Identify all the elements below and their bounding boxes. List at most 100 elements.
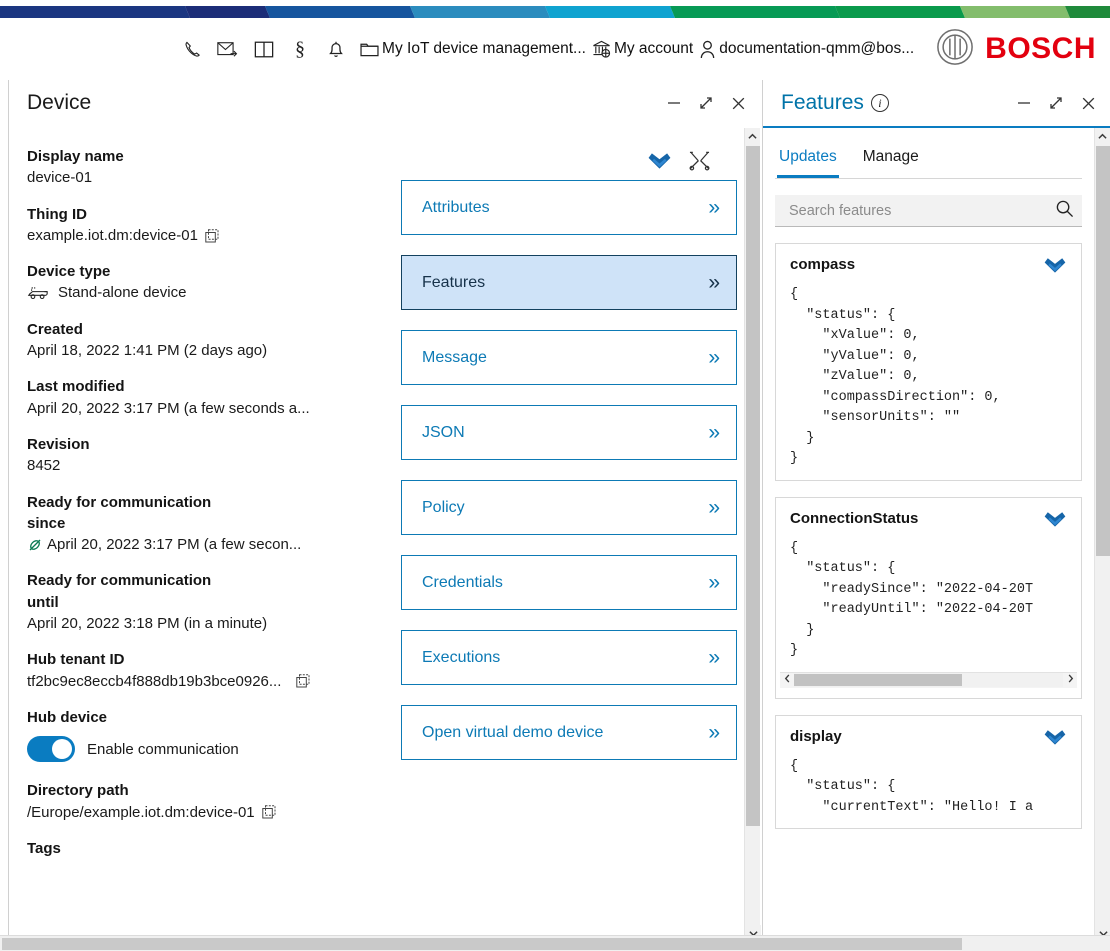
tab-updates[interactable]: Updates (777, 138, 839, 178)
search-input[interactable] (787, 201, 1055, 220)
favorite-icon[interactable] (1043, 728, 1067, 751)
feature-name: ConnectionStatus (790, 509, 919, 527)
feature-card-connectionstatus[interactable]: ConnectionStatus { "status": { "readySin… (775, 496, 1082, 699)
my-account-label: My account (613, 40, 694, 57)
field-value: device-01 (27, 169, 93, 187)
search-icon[interactable] (1055, 199, 1074, 223)
scroll-left-button[interactable] (780, 674, 794, 686)
scroll-thumb[interactable] (1096, 146, 1110, 556)
field-value: tf2bc9ec8eccb4f888db19b3bce0926... (27, 672, 282, 690)
device-scroll-region: Display name device-01 Thing ID example.… (9, 128, 744, 942)
book-icon[interactable] (246, 29, 282, 69)
nav-card-label: Attributes (422, 198, 490, 216)
field-value: April 20, 2022 3:17 PM (a few seconds a.… (27, 399, 310, 417)
plug-icon (27, 537, 43, 553)
feature-horizontal-scrollbar[interactable] (780, 671, 1077, 688)
my-iot-device-management-link[interactable]: My IoT device management... (360, 40, 586, 58)
field-ready-until: Ready for communication until April 20, … (27, 570, 377, 634)
enable-communication-toggle[interactable] (27, 736, 75, 763)
features-scroll-region: Updates Manage com (763, 128, 1094, 942)
nav-card-label: Message (422, 348, 487, 366)
features-window-controls (1014, 93, 1098, 113)
field-label: Revision (27, 435, 90, 453)
scroll-right-button[interactable] (1063, 674, 1077, 686)
nav-card-policy[interactable]: Policy » (401, 480, 737, 535)
nav-card-executions[interactable]: Executions » (401, 630, 737, 685)
enable-communication-row: Enable communication (27, 736, 377, 763)
copy-icon[interactable] (205, 228, 219, 243)
chevron-right-icon: » (708, 271, 720, 294)
field-label: Thing ID (27, 205, 87, 223)
field-value: example.iot.dm:device-01 (27, 226, 198, 244)
features-panel-body: Updates Manage com (763, 128, 1110, 942)
copy-icon[interactable] (261, 805, 276, 819)
favorite-icon[interactable] (1043, 256, 1067, 279)
person-icon (699, 40, 716, 59)
bosch-logo[interactable]: BOSCH (936, 28, 1096, 71)
field-thing-id: Thing ID example.iot.dm:device-01 (27, 204, 377, 247)
phone-icon[interactable] (174, 29, 210, 69)
bell-icon[interactable] (318, 29, 354, 69)
nav-card-json[interactable]: JSON » (401, 405, 737, 460)
search-features-box[interactable] (775, 195, 1082, 227)
field-ready-since: Ready for communication since April 20, … (27, 492, 377, 556)
features-panel-title: Features (781, 91, 864, 114)
features-tabs: Updates Manage (775, 138, 1082, 179)
scroll-up-button[interactable] (1095, 128, 1110, 145)
nav-card-features[interactable]: Features » (401, 255, 737, 310)
favorite-icon[interactable] (1043, 510, 1067, 533)
features-vertical-scrollbar[interactable] (1094, 128, 1110, 942)
user-email-label: documentation-qmm@bos... (719, 40, 915, 57)
device-panel-header: Device (9, 80, 760, 128)
chevron-right-icon: » (708, 196, 720, 219)
nav-card-open-virtual-demo-device[interactable]: Open virtual demo device » (401, 705, 737, 760)
nav-card-credentials[interactable]: Credentials » (401, 555, 737, 610)
favorite-icon[interactable] (647, 151, 672, 175)
feature-name: display (790, 727, 842, 745)
section-icon[interactable]: § (282, 29, 318, 69)
field-label: Created (27, 320, 83, 338)
field-last-modified: Last modified April 20, 2022 3:17 PM (a … (27, 376, 377, 419)
workspace: Device Display name device-01 Thing ID e… (0, 80, 1110, 951)
nav-card-attributes[interactable]: Attributes » (401, 180, 737, 235)
field-value: 8452 (27, 457, 61, 475)
feature-json: { "status": { "currentText": "Hello! I a (790, 758, 1034, 815)
user-email-link[interactable]: documentation-qmm@bos... (699, 40, 914, 59)
field-value: April 20, 2022 3:17 PM (a few secon... (47, 536, 302, 554)
field-value: April 20, 2022 3:18 PM (in a minute) (27, 615, 268, 633)
close-button[interactable] (1078, 93, 1098, 113)
field-revision: Revision 8452 (27, 434, 377, 477)
scroll-track[interactable] (794, 673, 1063, 688)
field-hub-tenant-id: Hub tenant ID tf2bc9ec8eccb4f888db19b3bc… (27, 649, 377, 692)
bank-icon (592, 40, 611, 58)
nav-card-label: Policy (422, 498, 465, 516)
device-icon (27, 285, 49, 301)
scroll-thumb[interactable] (746, 146, 760, 826)
field-label: Ready for communication since (27, 493, 212, 532)
my-account-link[interactable]: My account (592, 40, 693, 58)
nav-card-message[interactable]: Message » (401, 330, 737, 385)
minimize-button[interactable] (1014, 93, 1034, 113)
scroll-thumb[interactable] (2, 938, 962, 950)
feature-card-display[interactable]: display { "status": { "currentText": "He… (775, 714, 1082, 830)
info-icon[interactable]: i (870, 94, 889, 112)
expand-button[interactable] (696, 93, 716, 113)
field-hub-device: Hub device (27, 707, 377, 728)
nav-card-label: Credentials (422, 573, 503, 591)
scroll-up-button[interactable] (745, 128, 760, 145)
scroll-thumb[interactable] (794, 674, 962, 687)
brand-color-ribbon (0, 0, 1110, 18)
page-horizontal-scrollbar[interactable] (0, 935, 1110, 951)
minimize-button[interactable] (664, 93, 684, 113)
bosch-anchor-icon (936, 28, 974, 71)
field-directory-path: Directory path /Europe/example.iot.dm:de… (27, 780, 377, 823)
feature-card-compass[interactable]: compass { "status": { "xValue": 0, "yVal… (775, 243, 1082, 481)
device-window-controls (664, 93, 748, 113)
device-vertical-scrollbar[interactable] (744, 128, 761, 942)
close-button[interactable] (728, 93, 748, 113)
tools-icon[interactable] (688, 150, 711, 176)
tab-manage[interactable]: Manage (861, 138, 921, 178)
expand-button[interactable] (1046, 93, 1066, 113)
mail-icon[interactable] (210, 29, 246, 69)
copy-icon[interactable] (296, 674, 310, 688)
